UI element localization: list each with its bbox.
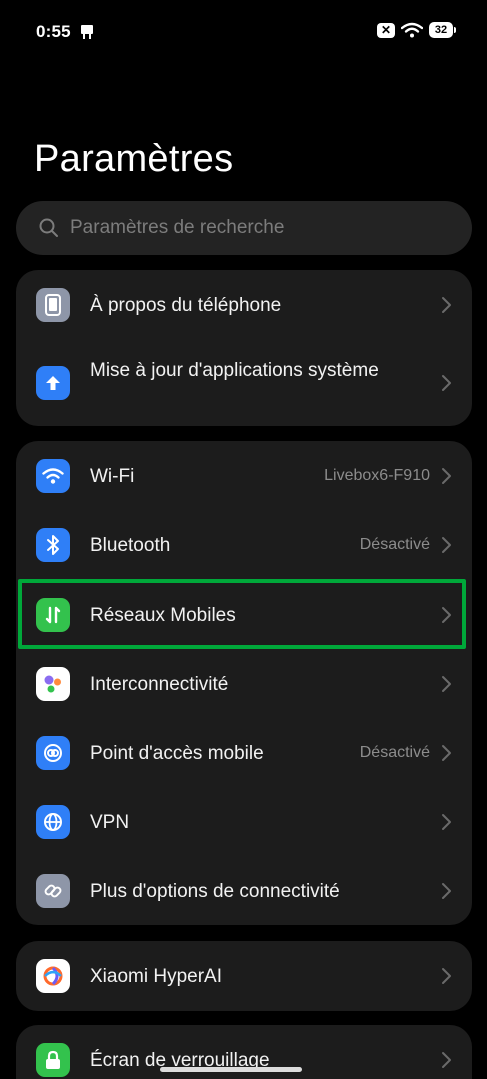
globe-icon (36, 805, 70, 839)
chevron-right-icon (442, 745, 451, 761)
row-label: Mise à jour d'applications système (90, 360, 379, 381)
chevron-right-icon (442, 676, 451, 692)
battery-icon: 32 (429, 22, 456, 38)
chevron-right-icon (442, 468, 451, 484)
row-hyperai[interactable]: Xiaomi HyperAI (16, 941, 472, 1011)
row-label: Wi-Fi (90, 466, 135, 487)
row-interconnectivity[interactable]: Interconnectivité (16, 650, 472, 719)
chevron-right-icon (442, 968, 451, 984)
status-bar: 0:55 ✕ 32 (0, 0, 487, 64)
row-label: Xiaomi HyperAI (90, 966, 222, 987)
card-connectivity: Wi-Fi Livebox6-F910 Bluetooth Désactivé … (16, 441, 472, 925)
row-bluetooth[interactable]: Bluetooth Désactivé (16, 511, 472, 580)
chevron-right-icon (442, 537, 451, 553)
lock-icon (36, 1043, 70, 1077)
card-ai: Xiaomi HyperAI (16, 941, 472, 1011)
chevron-right-icon (442, 297, 451, 313)
hyperai-icon (36, 959, 70, 993)
link-icon (36, 874, 70, 908)
row-label: Plus d'options de connectivité (90, 881, 340, 902)
row-wifi[interactable]: Wi-Fi Livebox6-F910 (16, 441, 472, 511)
chevron-right-icon (442, 375, 451, 391)
notification-icon (81, 25, 93, 39)
row-hotspot[interactable]: Point d'accès mobile Désactivé (16, 719, 472, 788)
wifi-status-icon (401, 22, 423, 38)
chevron-right-icon (442, 1052, 451, 1068)
row-more-connectivity[interactable]: Plus d'options de connectivité (16, 857, 472, 925)
row-label: À propos du téléphone (90, 295, 282, 316)
status-time: 0:55 (36, 22, 71, 41)
highlight-box (18, 579, 466, 649)
card-device: À propos du téléphone Mise à jour d'appl… (16, 270, 472, 426)
chevron-right-icon (442, 883, 451, 899)
row-value: Livebox6-F910 (324, 467, 430, 484)
interconnectivity-icon (36, 667, 70, 701)
search-placeholder: Paramètres de recherche (70, 217, 285, 238)
row-label: Interconnectivité (90, 674, 229, 695)
wifi-icon (36, 459, 70, 493)
page-title: Paramètres (34, 138, 234, 180)
row-value: Désactivé (359, 536, 430, 553)
row-vpn[interactable]: VPN (16, 788, 472, 857)
chevron-right-icon (442, 814, 451, 830)
bluetooth-icon (36, 528, 70, 562)
home-indicator[interactable] (160, 1067, 302, 1072)
update-arrow-icon (36, 366, 70, 400)
status-icons: ✕ 32 (377, 22, 456, 38)
row-value: Désactivé (359, 744, 430, 761)
row-system-app-update[interactable]: Mise à jour d'applications système (16, 340, 472, 426)
search-icon (39, 218, 58, 237)
row-label: VPN (90, 812, 130, 833)
row-label: Point d'accès mobile (90, 743, 264, 764)
no-sim-icon: ✕ (377, 22, 395, 38)
search-input[interactable]: Paramètres de recherche (16, 201, 472, 255)
hotspot-icon (36, 736, 70, 770)
row-label: Bluetooth (90, 535, 171, 556)
row-about-phone[interactable]: À propos du téléphone (16, 270, 472, 340)
settings-screen: 0:55 ✕ 32 Paramètres Paramètres de reche… (0, 0, 487, 1079)
phone-icon (36, 288, 70, 322)
